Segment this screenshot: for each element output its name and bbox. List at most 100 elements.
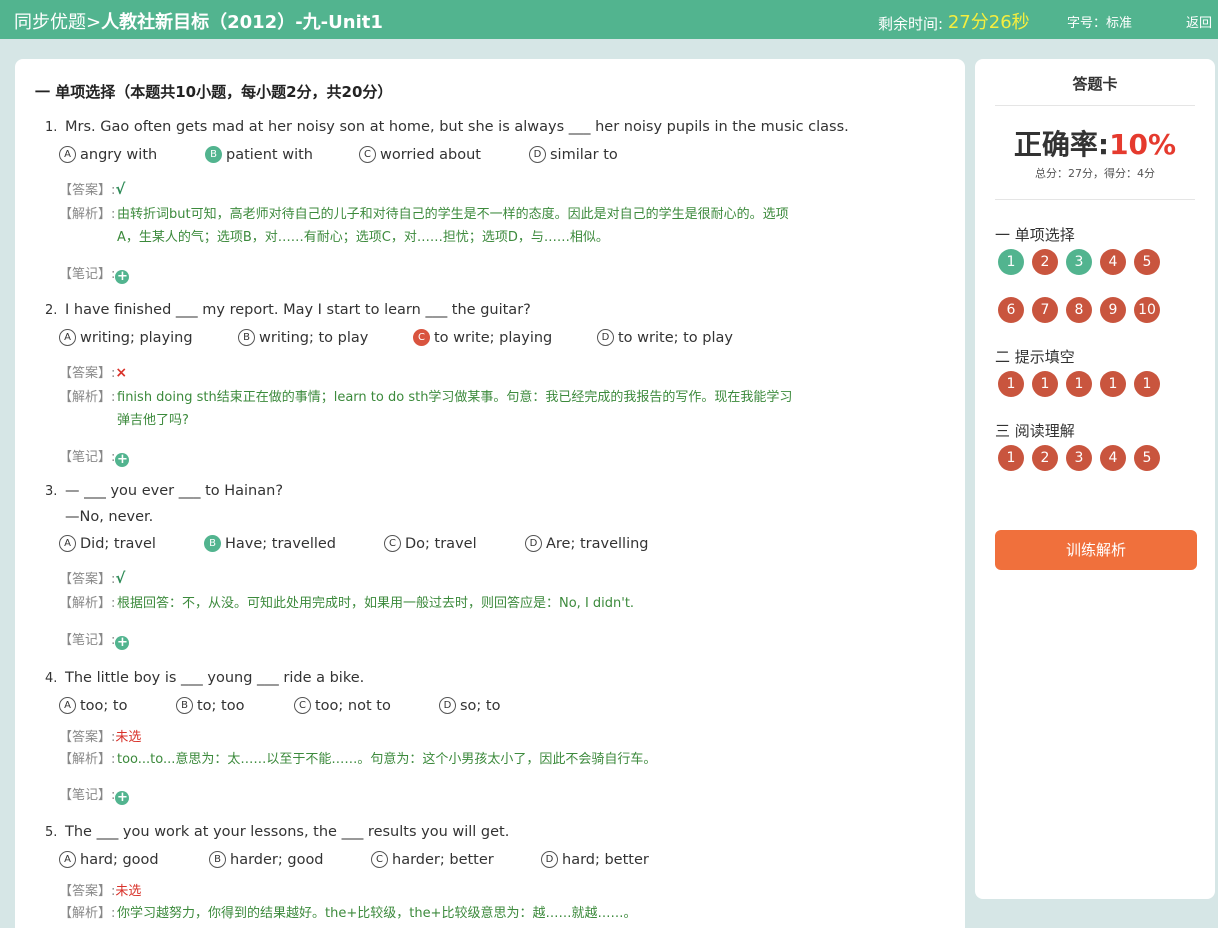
option-b[interactable]: Bwriting; to play — [238, 329, 368, 346]
analysis-row: 【解析】: 根据回答：不，从没。可知此处用完成时，如果用一般过去时，则回答应是：… — [59, 592, 859, 615]
timer-label: 剩余时间: — [878, 15, 944, 33]
answer-row: 【答案】:√ — [59, 180, 126, 198]
countdown-timer: 剩余时间: 27分26秒 — [878, 9, 1030, 35]
option-letter: A — [59, 697, 76, 714]
option-list: A Did; travel B Have; travelled C Do; trave… — [45, 535, 925, 559]
answer-result: × — [115, 365, 128, 381]
question-stem: 4. The little boy is ___ young ___ ride a… — [45, 668, 925, 689]
question-item: 1. Mrs. Gao often gets mad at her noisy s… — [45, 117, 925, 284]
option-list: Ahard; good Bharder; good Charder; bette… — [45, 851, 925, 875]
option-list: Atoo; to Bto; too Ctoo; not to Dso; to — [45, 697, 925, 721]
analysis-row: 【解析】: finish doing sth结束正在做的事情；learn to … — [59, 386, 859, 432]
card-fill-item[interactable]: 1 — [1066, 371, 1092, 397]
question-number: 3. — [45, 484, 58, 499]
note-row: 【笔记】: + — [59, 788, 130, 805]
question-number: 2. — [45, 303, 58, 318]
option-letter: A — [59, 535, 76, 552]
analysis-line: A，生某人的气；选项B，对……有耐心；选项C，对……担忧；选项D，与……相似。 — [117, 230, 609, 245]
accuracy-rate: 正确率:10% — [1013, 128, 1177, 161]
option-letter: A — [59, 329, 76, 346]
option-letter-selected-correct: B — [204, 535, 221, 552]
score-summary: 总分：27分，得分：4分 — [1035, 167, 1155, 180]
section-title: 一 单项选择（本题共10小题，每小题2分，共20分） — [35, 83, 393, 101]
question-stem-line2: —No, never. — [65, 509, 154, 525]
question-panel: 一 单项选择（本题共10小题，每小题2分，共20分） 1. Mrs. Gao of… — [15, 59, 965, 928]
card-reading-item[interactable]: 2 — [1032, 445, 1058, 471]
option-letter: B — [209, 851, 226, 868]
option-list: Aangry with Bpatient with Cworried about… — [45, 146, 925, 170]
option-letter: C — [359, 146, 376, 163]
card-fill-item[interactable]: 1 — [1100, 371, 1126, 397]
option-list: Awriting; playing Bwriting; to play Cto … — [45, 329, 925, 353]
option-d[interactable]: D Are; travelling — [525, 535, 649, 552]
breadcrumb-home[interactable]: 同步优题> — [14, 12, 101, 33]
option-d[interactable]: Dsimilar to — [529, 146, 618, 163]
analysis-row: 【解析】: 你学习越努力，你得到的结果越好。the+比较级，the+比较级意思为… — [59, 902, 859, 925]
add-note-icon[interactable]: + — [115, 270, 130, 284]
add-note-icon[interactable]: + — [115, 453, 130, 467]
option-c[interactable]: Ctoo; not to — [294, 697, 391, 714]
option-d[interactable]: Dso; to — [439, 697, 500, 714]
card-q5-wrong[interactable]: 5 — [1134, 249, 1160, 275]
card-reading-item[interactable]: 5 — [1134, 445, 1160, 471]
question-number: 4. — [45, 671, 58, 686]
option-letter: B — [238, 329, 255, 346]
divider — [995, 105, 1195, 106]
training-analysis-button[interactable]: 训练解析 — [995, 530, 1197, 570]
analysis-line: 你学习越努力，你得到的结果越好。the+比较级，the+比较级意思为：越……就越… — [117, 906, 637, 921]
question-stem: 2. I have finished ___ my report. May I s… — [45, 300, 925, 321]
option-a[interactable]: Awriting; playing — [59, 329, 193, 346]
card-fill-item[interactable]: 1 — [1032, 371, 1058, 397]
option-c[interactable]: Cto write; playing — [413, 329, 552, 346]
analysis-line: too...to...意思为：太……以至于不能……。句意为：这个小男孩太小了，因… — [117, 752, 657, 767]
option-a[interactable]: Atoo; to — [59, 697, 127, 714]
card-q9-wrong[interactable]: 9 — [1100, 297, 1126, 323]
question-stem: 5. The ___ you work at your lessons, the … — [45, 822, 925, 843]
divider — [995, 199, 1195, 200]
option-b[interactable]: Bto; too — [176, 697, 244, 714]
option-letter: C — [294, 697, 311, 714]
breadcrumb-title: 人教社新目标（2012）-九-Unit1 — [101, 12, 383, 33]
option-b[interactable]: B Have; travelled — [204, 535, 336, 552]
card-q4-wrong[interactable]: 4 — [1100, 249, 1126, 275]
option-a[interactable]: Aangry with — [59, 146, 157, 163]
option-c[interactable]: Charder; better — [371, 851, 494, 868]
card-reading-item[interactable]: 1 — [998, 445, 1024, 471]
analysis-line: 弹吉他了吗? — [117, 413, 189, 428]
note-row: 【笔记】: + — [59, 267, 130, 284]
card-reading-item[interactable]: 3 — [1066, 445, 1092, 471]
card-reading-item[interactable]: 4 — [1100, 445, 1126, 471]
card-q1-correct[interactable]: 1 — [998, 249, 1024, 275]
card-q6-wrong[interactable]: 6 — [998, 297, 1024, 323]
option-letter: A — [59, 851, 76, 868]
answer-row: 【答案】:未选 — [59, 884, 142, 899]
card-q7-wrong[interactable]: 7 — [1032, 297, 1058, 323]
card-q8-wrong[interactable]: 8 — [1066, 297, 1092, 323]
option-a[interactable]: A Did; travel — [59, 535, 156, 552]
question-item: 2. I have finished ___ my report. May I s… — [45, 300, 925, 467]
option-a[interactable]: Ahard; good — [59, 851, 159, 868]
answer-card-title: 答题卡 — [1072, 75, 1118, 93]
card-q3-correct[interactable]: 3 — [1066, 249, 1092, 275]
answer-result: √ — [115, 569, 126, 587]
option-d[interactable]: Dto write; to play — [597, 329, 733, 346]
add-note-icon[interactable]: + — [115, 636, 130, 650]
card-q10-wrong[interactable]: 10 — [1134, 297, 1160, 323]
option-c[interactable]: Cworried about — [359, 146, 481, 163]
option-letter: A — [59, 146, 76, 163]
card-fill-item[interactable]: 1 — [998, 371, 1024, 397]
back-button[interactable]: 返回 — [1186, 12, 1212, 31]
option-letter: C — [384, 535, 401, 552]
option-letter-selected-wrong: C — [413, 329, 430, 346]
option-d[interactable]: Dhard; better — [541, 851, 649, 868]
option-letter-selected-correct: B — [205, 146, 222, 163]
option-c[interactable]: C Do; travel — [384, 535, 477, 552]
option-b[interactable]: Bharder; good — [209, 851, 324, 868]
option-b[interactable]: Bpatient with — [205, 146, 313, 163]
top-bar: 同步优题>人教社新目标（2012）-九-Unit1 剩余时间: 27分26秒 字… — [0, 0, 1218, 39]
card-fill-item[interactable]: 1 — [1134, 371, 1160, 397]
analysis-row: 【解析】: too...to...意思为：太……以至于不能……。句意为：这个小男… — [59, 748, 859, 771]
font-size-selector[interactable]: 字号：标准 — [1067, 12, 1132, 31]
add-note-icon[interactable]: + — [115, 791, 130, 805]
card-q2-wrong[interactable]: 2 — [1032, 249, 1058, 275]
